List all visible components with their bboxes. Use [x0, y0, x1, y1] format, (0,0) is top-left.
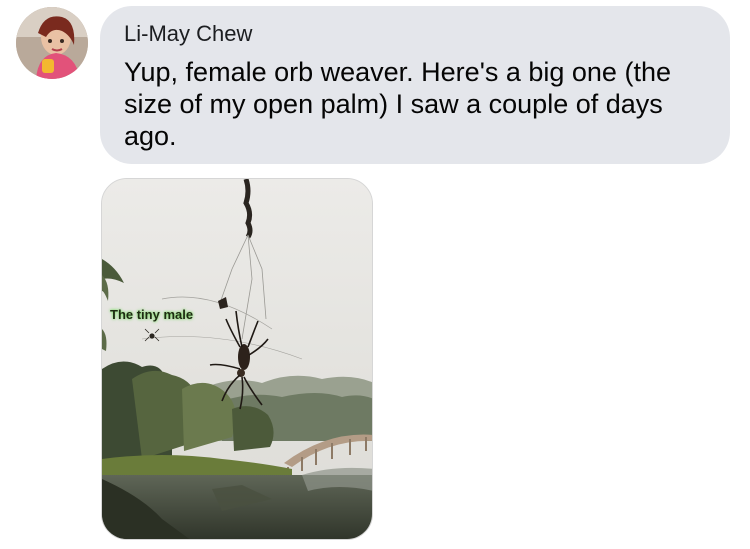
comment-thread: Li-May Chew Yup, female orb weaver. Here…	[0, 0, 750, 549]
photo-caption-overlay: The tiny male	[110, 307, 194, 322]
comment-text: Yup, female orb weaver. Here's a big one…	[124, 57, 671, 151]
avatar[interactable]	[16, 7, 88, 79]
comment-photo[interactable]: The tiny male	[101, 178, 373, 540]
spider-photo-image	[102, 179, 372, 539]
avatar-image	[16, 7, 88, 79]
comment-bubble: Li-May Chew Yup, female orb weaver. Here…	[100, 6, 730, 164]
comment-author[interactable]: Li-May Chew	[124, 20, 706, 48]
